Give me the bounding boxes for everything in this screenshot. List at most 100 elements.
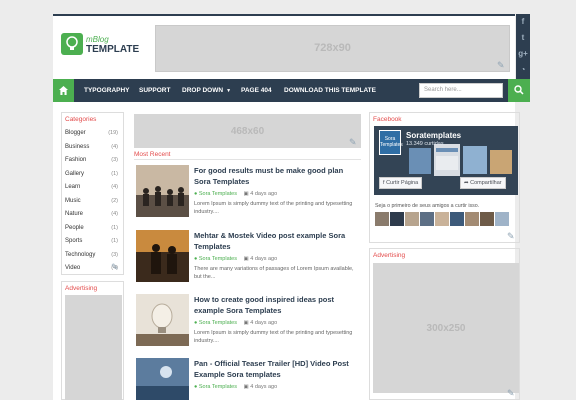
facebook-like-label: Curtir Página — [386, 180, 419, 186]
right-ad-title: Advertising — [373, 252, 406, 259]
category-name: Sports — [65, 238, 83, 244]
nav-item-download[interactable]: DOWNLOAD THIS TEMPLATE — [284, 79, 376, 102]
category-item[interactable]: Music (2) — [65, 195, 120, 209]
category-name: Nature — [65, 211, 84, 217]
category-count: (1) — [111, 224, 118, 231]
category-name: Technology — [65, 251, 96, 258]
post-title[interactable]: How to create good inspired ideas post e… — [194, 294, 359, 316]
category-item[interactable]: Business (4) — [65, 141, 120, 155]
post-item: Mehtar & Mostek Video post example Sora … — [134, 230, 361, 288]
facebook-page-avatar[interactable]: Sora Templates — [379, 130, 403, 155]
nav-item-support[interactable]: SUPPORT — [139, 79, 170, 102]
category-name: Fashion — [65, 157, 87, 163]
user-icon: ● — [194, 191, 198, 197]
post-author[interactable]: Sora Templates — [199, 191, 237, 197]
home-button[interactable] — [53, 79, 74, 102]
post-meta: ● Sora Templates ▣ 4 days ago — [194, 191, 277, 197]
rss-icon[interactable]: ◔ — [516, 62, 530, 78]
facebook-share-button[interactable]: ➦ Compartilhar — [460, 177, 506, 189]
edit-icon[interactable]: ✎ — [349, 137, 359, 147]
post-date: 4 days ago — [250, 191, 278, 197]
post-author[interactable]: Sora Templates — [199, 384, 237, 390]
edit-icon[interactable]: ✎ — [507, 388, 517, 398]
friend-avatar[interactable] — [405, 212, 419, 226]
left-ad-widget: Advertising — [61, 281, 124, 400]
facebook-friends-note: Seja o primeiro de seus amigos a curtir … — [375, 203, 480, 209]
nav-item-drop-down-label: DROP DOWN — [182, 87, 224, 94]
main-nav: TYPOGRAPHY SUPPORT DROP DOWN ▼ PAGE 404 D… — [53, 79, 530, 102]
calendar-icon: ▣ — [243, 191, 249, 197]
friend-avatar[interactable] — [495, 212, 509, 226]
twitter-icon[interactable]: t — [516, 30, 530, 46]
ad-banner-300[interactable]: 300x250 — [373, 263, 519, 393]
friend-avatar[interactable] — [390, 212, 404, 226]
post-excerpt: There are many variations of passages of… — [194, 266, 354, 280]
post-thumbnail[interactable] — [136, 165, 189, 217]
friend-avatar[interactable] — [465, 212, 479, 226]
post-date: 4 days ago — [250, 320, 278, 326]
friend-avatar[interactable] — [435, 212, 449, 226]
left-ad-placeholder[interactable] — [65, 295, 122, 400]
friend-avatar[interactable] — [480, 212, 494, 226]
facebook-icon[interactable]: f — [516, 14, 530, 30]
post-date: 4 days ago — [250, 256, 278, 262]
category-name: Gallery — [65, 170, 85, 177]
post-thumbnail[interactable] — [136, 230, 189, 282]
nav-item-typography[interactable]: TYPOGRAPHY — [84, 79, 130, 102]
ad-banner-468[interactable]: 468x60 ✎ — [134, 114, 361, 148]
divider — [134, 159, 361, 160]
category-item[interactable]: Sports (1) — [65, 235, 120, 249]
friend-avatar[interactable] — [375, 212, 389, 226]
edit-icon[interactable]: ✎ — [497, 60, 507, 70]
post-title[interactable]: For good results must be make good plan … — [194, 165, 359, 187]
home-icon — [59, 86, 68, 95]
category-count: (3) — [111, 157, 118, 163]
category-count: (19) — [108, 130, 118, 136]
google-plus-icon[interactable]: g+ — [516, 46, 530, 62]
nav-item-drop-down[interactable]: DROP DOWN ▼ — [182, 79, 231, 102]
search-input[interactable]: Search here... — [419, 83, 503, 98]
ad-banner-728[interactable]: 728x90 ✎ — [155, 25, 510, 72]
category-count: (1) — [111, 238, 118, 244]
post-author[interactable]: Sora Templates — [199, 320, 237, 326]
facebook-like-button[interactable]: f Curtir Página — [379, 177, 423, 189]
friend-avatar[interactable] — [450, 212, 464, 226]
left-ad-title: Advertising — [65, 285, 98, 292]
ad-banner-300-label: 300x250 — [426, 323, 466, 334]
post-title[interactable]: Mehtar & Mostek Video post example Sora … — [194, 230, 359, 252]
post-title[interactable]: Pan - Official Teaser Trailer [HD] Video… — [194, 358, 359, 380]
facebook-widget: Facebook Sora Templates Soratemplates 13… — [369, 112, 520, 243]
category-item[interactable]: Nature (4) — [65, 208, 120, 222]
category-name: Learn — [65, 184, 81, 190]
edit-icon[interactable]: ✎ — [507, 231, 517, 241]
categories-list: Blogger (19) Business (4) Fashion (3) Gallery (… — [65, 127, 120, 276]
category-item[interactable]: Gallery (1) — [65, 168, 120, 182]
category-item[interactable]: Technology (3) — [65, 249, 120, 263]
search-button[interactable] — [508, 79, 530, 102]
category-item[interactable]: People (1) — [65, 222, 120, 236]
logo-big-text: TEMPLATE — [86, 44, 140, 55]
facebook-likes-count: 13.349 curtidas — [406, 141, 444, 147]
post-author[interactable]: Sora Templates — [199, 256, 237, 262]
category-item[interactable]: Learn (4) — [65, 181, 120, 195]
friend-avatar[interactable] — [420, 212, 434, 226]
post-thumbnail[interactable] — [136, 358, 189, 400]
post-item: Pan - Official Teaser Trailer [HD] Video… — [134, 358, 361, 400]
facebook-page-plugin[interactable]: Sora Templates Soratemplates 13.349 curt… — [374, 126, 518, 195]
user-icon: ● — [194, 320, 198, 326]
category-name: Music — [65, 197, 81, 204]
site-logo[interactable]: mBlog TEMPLATE — [58, 30, 150, 64]
ad-banner-728-label: 728x90 — [314, 42, 351, 54]
category-name: Business — [65, 143, 90, 150]
post-meta: ● Sora Templates ▣ 4 days ago — [194, 384, 277, 390]
category-item[interactable]: Fashion (3) — [65, 154, 120, 168]
edit-icon[interactable]: ✎ — [111, 262, 121, 272]
nav-item-page-404[interactable]: PAGE 404 — [241, 79, 272, 102]
social-bar: f t g+ ◔ — [516, 14, 530, 80]
post-meta: ● Sora Templates ▣ 4 days ago — [194, 256, 277, 262]
post-thumbnail[interactable] — [136, 294, 189, 346]
post-meta: ● Sora Templates ▣ 4 days ago — [194, 320, 277, 326]
category-count: (1) — [111, 170, 118, 177]
facebook-page-name[interactable]: Soratemplates — [406, 131, 461, 140]
category-item[interactable]: Blogger (19) — [65, 127, 120, 141]
